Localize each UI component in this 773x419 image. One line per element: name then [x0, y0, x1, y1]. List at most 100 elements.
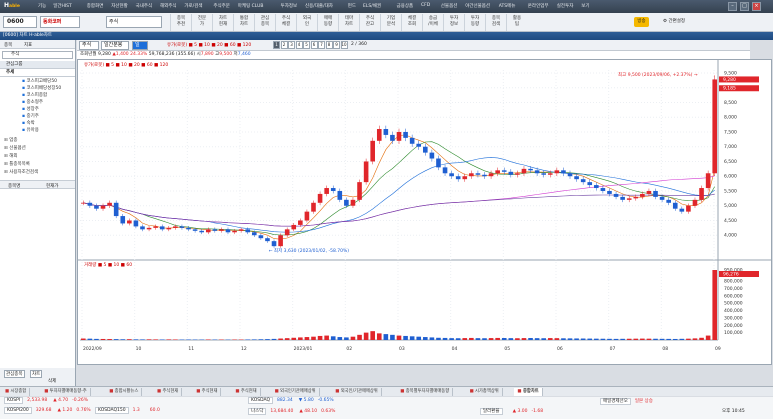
chart-button[interactable]: 차트 — [30, 370, 43, 378]
window-tab[interactable]: ■ 종합차트 — [514, 388, 543, 396]
menu-item-6[interactable]: 가로/검색 — [184, 3, 202, 9]
close-icon[interactable]: × — [752, 2, 761, 11]
menu-item-12[interactable]: ELS/채권 — [363, 3, 381, 9]
chart-slot-button-4[interactable]: 4 — [295, 41, 303, 49]
chart-slot-button-7[interactable]: 7 — [318, 41, 325, 49]
toolbar-button-13[interactable]: 투자 정보 — [443, 14, 464, 31]
window-tab[interactable]: ■ 시장종합 — [2, 388, 31, 396]
col-stockname[interactable]: 종목명 — [8, 183, 20, 189]
chart-slot-button-5[interactable]: 5 — [303, 41, 310, 49]
ticker-item[interactable]: KOSDAQ150 1.3 60.0 — [95, 407, 160, 414]
toolbar-button-2[interactable]: 차트 현재 — [212, 14, 233, 31]
list-item[interactable]: ▪ 중기주 — [22, 113, 39, 119]
account-select[interactable]: 주식 — [106, 16, 162, 28]
window-tab[interactable]: ■ 외국인기관매매상위 — [272, 388, 320, 396]
toolbar-button-16[interactable]: 활용 팁 — [506, 14, 527, 31]
chart-slot-button-1[interactable]: 1 — [273, 41, 280, 49]
toolbar-button-14[interactable]: 투자 동향 — [464, 14, 485, 31]
stock-name-field[interactable]: 동화코퍼 — [40, 16, 80, 28]
toolbar-button-11[interactable]: 체결 조회 — [401, 14, 422, 31]
chart-slot-button-8[interactable]: 8 — [325, 41, 333, 49]
chart-area[interactable]: 유가(로봇) ■ 5 ■ 10 ■ 20 ■ 60 ■ 120 거래량 ■ 5 ■… — [77, 59, 772, 365]
group-header[interactable]: 관심그룹 — [0, 61, 75, 69]
chart-slot-button-10[interactable]: 10 — [340, 41, 348, 49]
toolbar-button-10[interactable]: 기업 분석 — [380, 14, 401, 31]
window-tab[interactable]: ■ 시가총액상위 — [467, 388, 503, 396]
toolbar-button-15[interactable]: 종목 검색 — [485, 14, 506, 31]
menu-item-19[interactable]: 실전투자 — [557, 3, 574, 9]
left-section[interactable]: ⊞ 선물옵션 — [4, 145, 26, 151]
menu-item-11[interactable]: 펀드 — [348, 3, 356, 9]
ticker-item[interactable]: KOSDAQ 882.34 ▼ 5.80 -0.65% — [248, 397, 334, 404]
toolbar-button-0[interactable]: 종목 추천 — [170, 14, 191, 31]
menu-item-7[interactable]: 주식주문 — [213, 3, 230, 9]
toolbar-button-8[interactable]: 테마 차트 — [338, 14, 359, 31]
window-tab[interactable]: ■ 투자자별매매동향-주 — [41, 388, 91, 396]
toolbar-button-1[interactable]: 전문 가 — [191, 14, 212, 31]
toolbar-button-9[interactable]: 주식 잔고 — [359, 14, 380, 31]
price-volume-chart[interactable]: 유가(로봇) ■ 5 ■ 10 ■ 20 ■ 60 ■ 120 거래량 ■ 5 ■… — [78, 60, 771, 364]
window-tab[interactable]: ■ 종목별투자자별매매동향 — [397, 388, 454, 396]
menu-item-17[interactable]: ATS메뉴 — [499, 3, 516, 9]
window-tab[interactable]: ■ 주식현재 — [154, 388, 183, 396]
window-tab[interactable]: ■ 주식현재 — [232, 388, 261, 396]
interval-select[interactable]: 일 — [132, 41, 148, 50]
ticker-item[interactable]: KOSPI 2,533.98 ▲ 4.70 -0.26% — [4, 397, 88, 404]
list-item[interactable]: ▪ 유아용 — [22, 127, 39, 133]
menu-item-18[interactable]: 온라인업무 — [528, 3, 549, 9]
menu-item-4[interactable]: 국내주식 — [136, 3, 153, 9]
menu-item-1[interactable]: 일간HIST — [53, 3, 72, 9]
chart-slot-button-2[interactable]: 2 — [280, 41, 288, 49]
period-select[interactable]: 일간분봉 — [101, 41, 129, 50]
chart-slot-button-9[interactable]: 9 — [333, 41, 340, 49]
maximize-icon[interactable]: □ — [740, 2, 749, 11]
left-section[interactable]: ⊞ 해외 — [4, 153, 17, 159]
menu-item-2[interactable]: 종합화면 — [87, 3, 104, 9]
tab-indicator[interactable]: 지표 — [24, 42, 32, 48]
menu-item-8[interactable]: 마케팅 CLUB — [238, 3, 264, 9]
ticker-item[interactable]: 달러환율 ▲ 3.00 -1.68 — [480, 408, 543, 415]
menu-item-3[interactable]: 자산현황 — [111, 3, 128, 9]
left-section[interactable]: ⊞ 업종 — [4, 137, 17, 143]
ticker-item[interactable]: 나스닥 13,684.40 ▲ 48.10 0.63% — [248, 408, 335, 415]
ticker-item[interactable]: 매일경제선오 일본 상승 — [600, 398, 663, 405]
list-item[interactable]: ▪ 코스피고배당50 — [22, 78, 57, 84]
toolbar-button-5[interactable]: 주식 체결 — [275, 14, 296, 31]
menu-item-16[interactable]: 야간선물옵션 — [465, 3, 490, 9]
window-tab[interactable]: ■ 종합시황뉴스 — [106, 388, 143, 396]
menu-item-5[interactable]: 해외주식 — [160, 3, 177, 9]
chart-slot-button-3[interactable]: 3 — [288, 41, 295, 49]
menu-item-14[interactable]: CFD — [421, 3, 430, 8]
watchlist-button[interactable]: 관심종목 — [4, 370, 25, 378]
chart-slot-button-6[interactable]: 6 — [310, 41, 318, 49]
toolbar-button-12[interactable]: 송금/이체 — [422, 14, 443, 31]
list-item[interactable]: ▪ 숙박 — [22, 120, 35, 126]
toolbar-button-4[interactable]: 관심 종목 — [254, 14, 275, 31]
ticker-item[interactable]: KOSPI200 329.68 ▲ 1.20 0.76% — [4, 407, 91, 414]
list-item[interactable]: ▪ 코스피배당성장50 — [22, 85, 61, 91]
window-tab[interactable]: ■ 주식현재 — [193, 388, 222, 396]
trend-header[interactable]: 추세 — [0, 69, 75, 77]
stock-code-input[interactable]: 0600 — [3, 16, 37, 28]
list-item[interactable]: ▪ 중소형주 — [22, 99, 43, 105]
delete-button[interactable]: 삭제 — [48, 378, 56, 384]
menu-item-13[interactable]: 금융상품 — [397, 3, 414, 9]
toolbar-button-3[interactable]: 통합 차트 — [233, 14, 254, 31]
left-section[interactable]: ⊞ 틀종목목록 — [4, 161, 30, 167]
menu-item-20[interactable]: 보기 — [581, 3, 589, 9]
broadcast-badge[interactable]: 방송 — [634, 17, 649, 27]
col-price[interactable]: 현재가 — [46, 183, 58, 189]
easy-setting-button[interactable]: ⚙ 간편설정 — [663, 18, 685, 24]
menu-item-10[interactable]: 신용/대출/대차 — [305, 3, 333, 9]
chart-type-select[interactable]: 주식 — [79, 41, 99, 50]
left-section[interactable]: ⊞ 사용자조건검색 — [4, 169, 38, 175]
group-select[interactable]: 주식 — [2, 51, 73, 59]
toolbar-button-6[interactable]: 외국 인 — [296, 14, 317, 31]
menu-item-9[interactable]: 투자정보 — [281, 3, 298, 9]
tab-stock[interactable]: 종목 — [4, 42, 12, 48]
menu-item-0[interactable]: 기능 — [38, 3, 46, 9]
menu-item-15[interactable]: 선물옵션 — [441, 3, 458, 9]
window-tab[interactable]: ■ 외국인/기관매매상위 — [332, 388, 382, 396]
minimize-icon[interactable]: – — [728, 2, 737, 11]
toolbar-button-7[interactable]: 매매 동향 — [317, 14, 338, 31]
